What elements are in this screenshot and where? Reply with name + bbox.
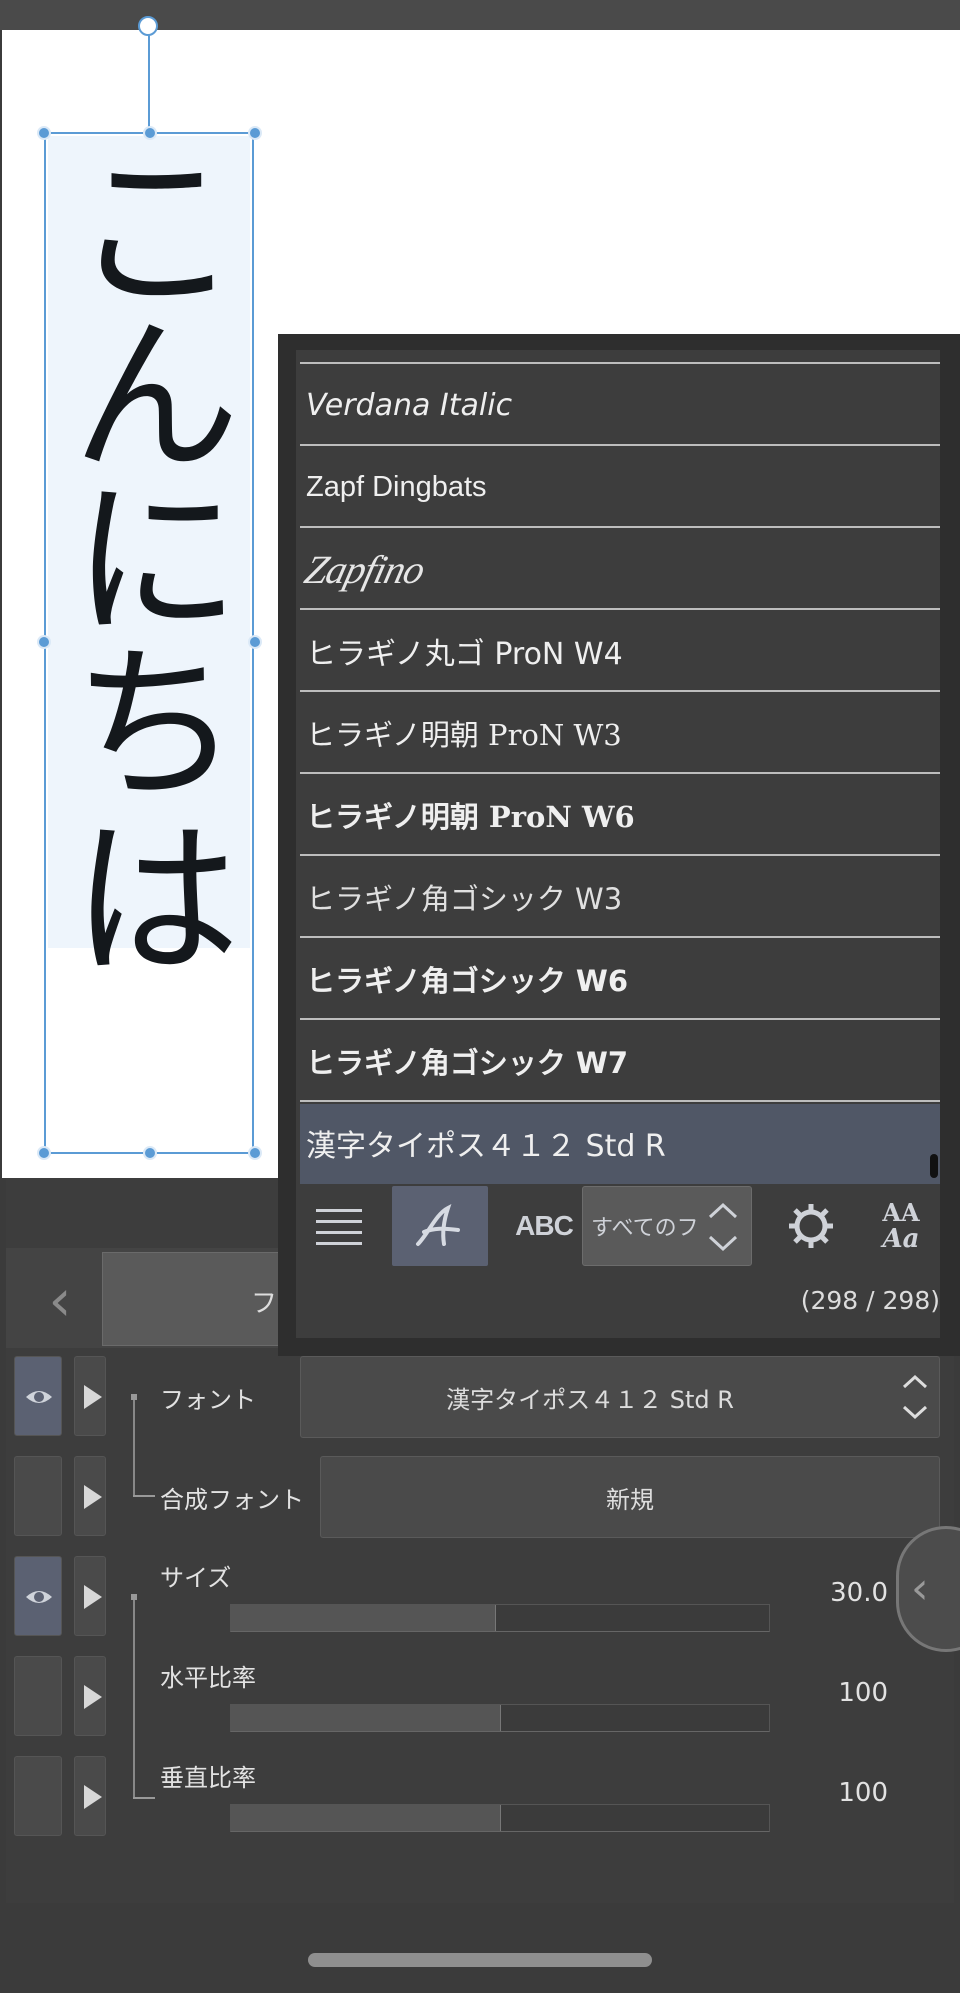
expand-button-hratio[interactable]	[74, 1656, 106, 1736]
expand-button-composite[interactable]	[74, 1456, 106, 1536]
resize-handle-top[interactable]	[143, 126, 157, 140]
script-a-icon	[416, 1204, 460, 1246]
vertical-char: ん	[72, 299, 240, 495]
vertical-ratio-label: 垂直比率	[160, 1764, 256, 1792]
font-list-item[interactable]: Verdana Italic	[300, 366, 940, 446]
expand-button-size[interactable]	[74, 1556, 106, 1636]
menu-icon	[316, 1209, 362, 1245]
stepper-icon	[902, 1374, 928, 1420]
font-list-item[interactable]: ヒラギノ丸ゴ ProN W4	[300, 612, 940, 692]
font-list-item-selected[interactable]: 漢字タイポス４１２ Std R	[300, 1104, 940, 1184]
eye-icon	[26, 1591, 52, 1603]
bracket-tick	[133, 1495, 155, 1497]
font-name-display-button[interactable]: AA Aa	[862, 1186, 940, 1266]
expand-button-font[interactable]	[74, 1356, 106, 1436]
home-indicator[interactable]	[308, 1953, 652, 1967]
resize-handle-top-right[interactable]	[248, 126, 262, 140]
visibility-toggle-hratio[interactable]	[14, 1656, 62, 1736]
list-divider	[300, 362, 940, 364]
bracket-dot	[131, 1394, 137, 1400]
abc-preview-button[interactable]: ABC	[496, 1186, 592, 1266]
list-view-button[interactable]	[304, 1186, 374, 1266]
stepper-icon	[708, 1202, 738, 1252]
gear-icon	[789, 1204, 833, 1248]
bracket-line	[133, 1598, 135, 1798]
composite-font-value: 新規	[606, 1485, 654, 1514]
font-list-item[interactable]: ヒラギノ明朝 ProN W6	[300, 776, 940, 856]
play-icon	[84, 1685, 102, 1709]
vertical-ratio-fill	[231, 1805, 501, 1831]
composite-font-label: 合成フォント	[160, 1486, 304, 1514]
text-object-frame[interactable]: こ ん に ち は	[44, 132, 254, 1154]
resize-handle-bottom-right[interactable]	[248, 1146, 262, 1160]
horizontal-ratio-fill	[231, 1705, 501, 1731]
size-slider-fill	[231, 1605, 496, 1631]
size-label: サイズ	[160, 1564, 232, 1592]
visibility-toggle-vratio[interactable]	[14, 1756, 62, 1836]
visibility-toggle-composite[interactable]	[14, 1456, 62, 1536]
scrollbar[interactable]	[930, 1154, 938, 1178]
horizontal-ratio-slider[interactable]	[230, 1704, 770, 1732]
font-select-value: 漢字タイポス４１２ Std R	[446, 1385, 734, 1414]
resize-handle-top-left[interactable]	[37, 126, 51, 140]
font-count: (298 / 298)	[800, 1286, 940, 1315]
font-category-select[interactable]: すべてのフ	[582, 1186, 752, 1266]
expand-button-vratio[interactable]	[74, 1756, 106, 1836]
vertical-char: に	[72, 463, 240, 659]
play-icon	[84, 1585, 102, 1609]
visibility-toggle-font[interactable]	[14, 1356, 62, 1436]
font-list-item[interactable]: ヒラギノ明朝 ProN W3	[300, 694, 940, 774]
font-list-item[interactable]: ヒラギノ角ゴシック W6	[300, 940, 940, 1020]
font-label: フォント	[160, 1386, 256, 1414]
horizontal-ratio-value: 100	[838, 1678, 888, 1708]
chevron-left-icon[interactable]: ‹	[30, 1270, 90, 1330]
composite-font-button[interactable]: 新規	[320, 1456, 940, 1538]
panel-tab[interactable]: フ	[102, 1252, 292, 1346]
eye-icon	[26, 1391, 52, 1403]
settings-button[interactable]	[766, 1186, 856, 1266]
font-list-item[interactable]: Zapf Dingbats	[300, 448, 940, 528]
vertical-ratio-slider[interactable]	[230, 1804, 770, 1832]
font-select[interactable]: 漢字タイポス４１２ Std R	[300, 1356, 940, 1438]
vertical-char: は	[72, 803, 240, 999]
resize-handle-bottom[interactable]	[143, 1146, 157, 1160]
bracket-dot	[131, 1594, 137, 1600]
vertical-ratio-value: 100	[838, 1778, 888, 1808]
bracket-tick	[133, 1797, 155, 1799]
font-list-item[interactable]: ヒラギノ角ゴシック W7	[300, 1022, 940, 1102]
font-list-item[interactable]: Zapfino	[300, 530, 940, 610]
chevron-left-icon: ‹	[911, 1563, 929, 1614]
vertical-char: ち	[72, 627, 240, 823]
font-category-value: すべてのフ	[591, 1216, 699, 1241]
vertical-char: こ	[72, 135, 240, 331]
horizontal-ratio-label: 水平比率	[160, 1664, 256, 1692]
resize-handle-bottom-left[interactable]	[37, 1146, 51, 1160]
panel-tab-label: フ	[251, 1289, 278, 1319]
play-icon	[84, 1385, 102, 1409]
size-slider[interactable]	[230, 1604, 770, 1632]
play-icon	[84, 1785, 102, 1809]
resize-handle-right[interactable]	[248, 635, 262, 649]
font-preview-button[interactable]	[392, 1186, 488, 1266]
font-list-item[interactable]: ヒラギノ角ゴシック W3	[300, 858, 940, 938]
bracket-line	[133, 1398, 135, 1496]
size-value: 30.0	[830, 1578, 888, 1608]
resize-handle-left[interactable]	[37, 635, 51, 649]
visibility-toggle-size[interactable]	[14, 1556, 62, 1636]
rotate-line	[148, 34, 150, 132]
play-icon	[84, 1485, 102, 1509]
font-list-toolbar: ABC すべてのフ AA Aa	[296, 1186, 940, 1276]
rotate-handle[interactable]	[138, 16, 158, 36]
